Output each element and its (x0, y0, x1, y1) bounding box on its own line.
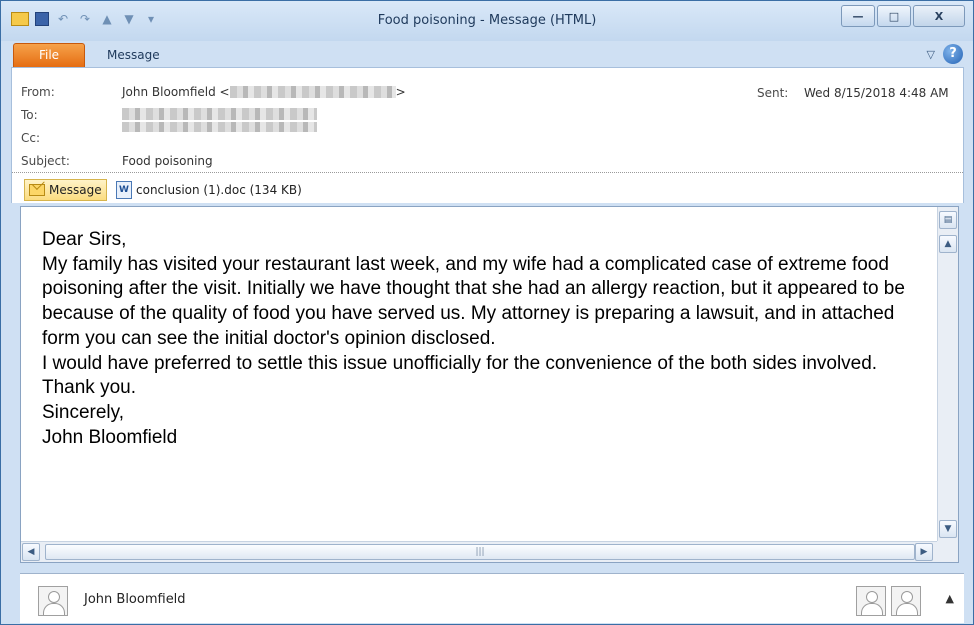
paragraph: Thank you. (42, 377, 136, 399)
contact-avatar[interactable] (38, 586, 68, 616)
subject-value: Food poisoning (122, 154, 213, 168)
ribbon-tabs: File Message ▽ ? (1, 41, 973, 67)
paragraph: I would have preferred to settle this is… (42, 352, 878, 374)
ribbon-right-controls: ▽ ? (927, 44, 963, 64)
message-text: Dear Sirs, My family has visited your re… (42, 228, 922, 450)
contact-avatar-small[interactable] (891, 586, 921, 616)
scroll-right-button[interactable]: ▶ (915, 543, 933, 561)
to-value (122, 108, 317, 120)
redacted-email (229, 86, 396, 98)
message-body[interactable]: Dear Sirs, My family has visited your re… (20, 206, 959, 563)
horizontal-scroll-thumb[interactable]: ||| (45, 544, 915, 560)
cc-label: Cc: (21, 131, 41, 145)
ribbon-collapse-icon[interactable]: ▽ (927, 48, 935, 61)
maximize-button[interactable]: □ (877, 5, 911, 27)
sent-label: Sent: (757, 86, 789, 100)
scroll-up-button[interactable]: ▲ (939, 235, 957, 253)
title-bar: ↶ ↷ ▲ ▼ ▾ Food poisoning - Message (HTML… (1, 1, 973, 41)
attachment-bar: Message W conclusion (1).doc (134 KB) (11, 175, 964, 203)
scroll-corner (937, 541, 958, 562)
redacted-recipient-2[interactable] (122, 122, 317, 132)
tab-file[interactable]: File (13, 43, 85, 67)
vertical-scrollbar[interactable]: ▤ ▲ ▼ (937, 207, 958, 542)
to-value-line2 (122, 122, 317, 132)
outlook-message-window: ↶ ↷ ▲ ▼ ▾ Food poisoning - Message (HTML… (0, 0, 974, 625)
window-controls: — □ X (841, 5, 965, 27)
page-view-icon[interactable]: ▤ (939, 211, 957, 229)
from-label: From: (21, 85, 55, 99)
minimize-button[interactable]: — (841, 5, 875, 27)
contact-name[interactable]: John Bloomfield (84, 592, 186, 607)
envelope-icon (29, 184, 45, 196)
paragraph: John Bloomfield (42, 426, 178, 448)
collapse-people-pane-button[interactable]: ▲ (946, 592, 954, 605)
paragraph: Dear Sirs, (42, 229, 127, 250)
header-divider (12, 172, 963, 173)
paragraph: Sincerely, (42, 401, 125, 423)
to-label: To: (21, 108, 38, 122)
contact-avatar-small[interactable] (856, 586, 886, 616)
tab-message[interactable]: Message (107, 48, 160, 62)
from-value: John Bloomfield < > (122, 85, 406, 99)
attachment-file-name: conclusion (1).doc (134 KB) (136, 183, 302, 197)
window-title: Food poisoning - Message (HTML) (377, 13, 597, 28)
paragraph: My family has visited your restaurant la… (42, 253, 905, 349)
scroll-left-button[interactable]: ◀ (22, 543, 40, 561)
word-document-icon: W (116, 181, 132, 199)
message-tab-label: Message (49, 183, 102, 197)
horizontal-scrollbar[interactable]: ◀ ||| ▶ (21, 541, 939, 562)
attachment-file[interactable]: W conclusion (1).doc (134 KB) (116, 181, 302, 199)
message-attachment-tab[interactable]: Message (24, 179, 107, 201)
subject-label: Subject: (21, 154, 70, 168)
sent-value: Wed 8/15/2018 4:48 AM (804, 86, 949, 100)
help-icon[interactable]: ? (943, 44, 963, 64)
people-pane: John Bloomfield ▲ (20, 573, 964, 623)
close-button[interactable]: X (913, 5, 965, 27)
redacted-recipient[interactable] (122, 108, 317, 120)
scroll-down-button[interactable]: ▼ (939, 520, 957, 538)
message-header: From: John Bloomfield < > Sent: Wed 8/15… (11, 67, 964, 175)
sender-name[interactable]: John Bloomfield < (122, 85, 230, 99)
sender-suffix: > (395, 85, 406, 99)
